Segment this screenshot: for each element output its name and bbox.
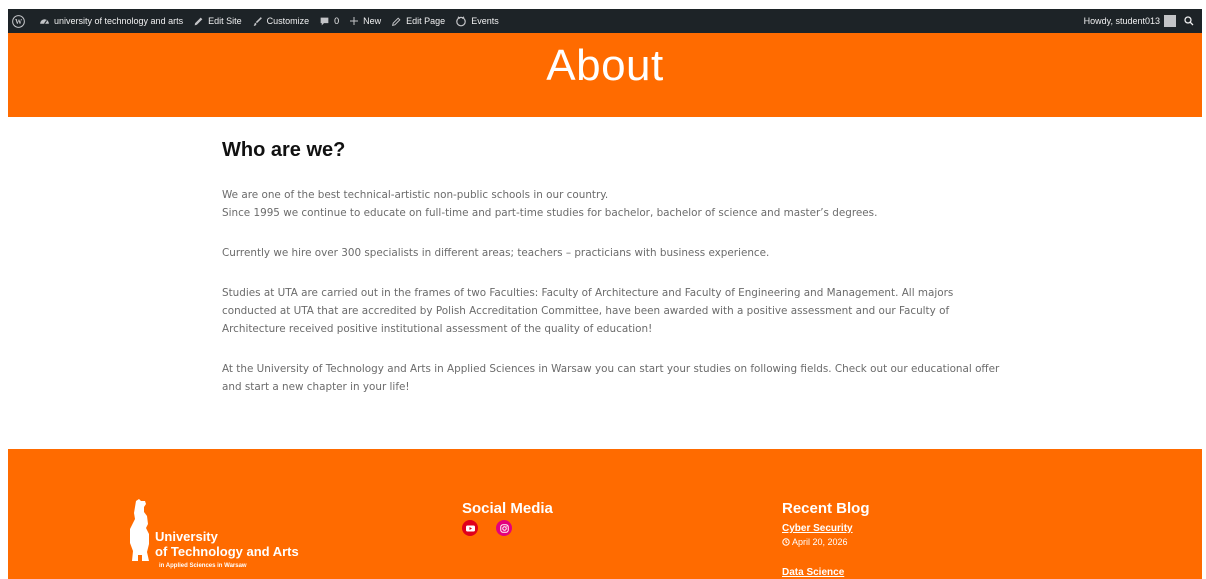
admin-bar: W university of technology and arts Edit… [8,9,1202,33]
events-link[interactable]: Events [455,15,499,27]
svg-text:W: W [15,18,23,26]
events-label: Events [471,16,499,26]
comment-icon [320,17,329,25]
social-media-section: Social Media [462,500,553,536]
faculties-paragraph: Studies at UTA are carried out in the fr… [222,287,954,335]
edit-site-icon [194,17,203,25]
new-label: New [363,16,382,26]
edit-page-label: Edit Page [406,16,446,26]
blog-post-date: April 20, 2026 [782,537,870,547]
page-hero: About [8,33,1202,117]
social-media-title: Social Media [462,500,553,517]
recent-blog-title: Recent Blog [782,500,870,517]
site-footer: University of Technology and Arts in App… [8,449,1202,579]
customize-link[interactable]: Customize [252,16,310,27]
avatar[interactable] [1164,15,1176,27]
blog-post-date-text: April 20, 2026 [792,537,848,547]
recent-blog-section: Recent Blog Cyber Security April 20, 202… [782,500,870,578]
logo-line-2: of Technology and Arts [155,544,299,559]
clock-icon [782,538,790,546]
site-name-link[interactable]: university of technology and arts [39,16,183,27]
university-logo[interactable]: University of Technology and Arts in App… [122,499,322,579]
edit-site-label: Edit Site [208,16,242,26]
bear-icon [130,499,149,561]
logo-line-3: in Applied Sciences in Warsaw [159,563,247,569]
edit-site-link[interactable]: Edit Site [193,16,242,27]
dashboard-icon [40,18,49,24]
search-icon[interactable] [1184,16,1194,26]
youtube-icon[interactable] [462,520,478,536]
blog-post-link[interactable]: Cyber Security [782,523,870,534]
customize-label: Customize [266,16,310,26]
howdy-user-link[interactable]: Howdy, student013 [1084,16,1160,26]
intro-paragraph: We are one of the best technical-artisti… [222,186,1002,222]
fields-paragraph: At the University of Technology and Arts… [222,363,1000,393]
browser-viewport: W university of technology and arts Edit… [8,9,1202,579]
plus-icon [350,17,359,25]
about-content: Who are we? We are one of the best techn… [222,139,1002,418]
blog-post-link[interactable]: Data Science [782,567,870,578]
intro-line-2: Since 1995 we continue to educate on ful… [222,207,878,219]
comments-link[interactable]: 0 [319,16,339,27]
logo-line-1: University [155,529,218,544]
instagram-icon[interactable] [496,520,512,536]
intro-line-1: We are one of the best technical-artisti… [222,189,609,201]
edit-page-link[interactable]: Edit Page [391,16,445,27]
new-content-link[interactable]: New [349,16,381,26]
brush-icon [253,16,262,26]
site-name-label: university of technology and arts [54,16,184,26]
page-title: About [546,41,664,90]
events-icon [456,16,466,27]
staff-paragraph: Currently we hire over 300 specialists i… [222,247,770,259]
pencil-icon [392,16,401,26]
wordpress-logo-icon[interactable]: W [12,14,29,28]
section-heading: Who are we? [222,139,346,161]
comments-count: 0 [334,16,340,26]
